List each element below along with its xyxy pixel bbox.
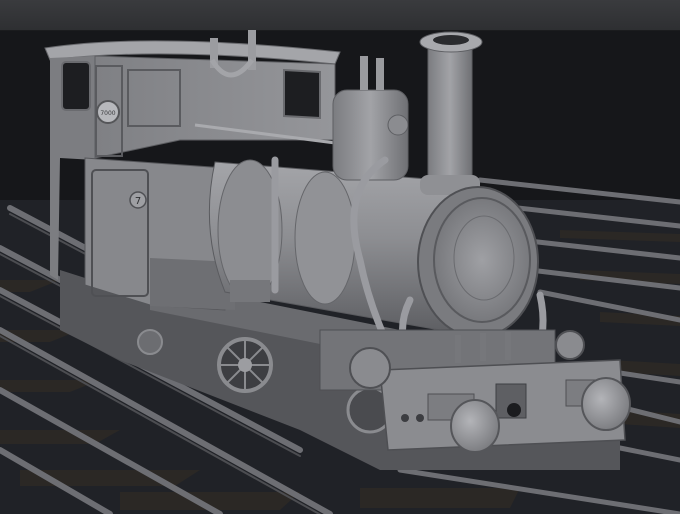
render-viewport[interactable]: 7000 7 xyxy=(0,0,680,514)
svg-text:7: 7 xyxy=(135,196,141,207)
viewport-toolbar xyxy=(0,0,680,31)
svg-text:7000: 7000 xyxy=(100,110,115,117)
buffer-right xyxy=(581,377,631,431)
cab-front-window xyxy=(283,68,321,120)
smokebox xyxy=(417,186,539,338)
cab-side-window xyxy=(61,61,91,111)
chimney xyxy=(419,31,483,195)
buffer-left xyxy=(450,399,500,453)
coupling-hook xyxy=(507,403,521,417)
locomotive-render: 7000 7 xyxy=(0,30,680,514)
smokebox-door xyxy=(433,197,531,323)
steam-dome xyxy=(332,56,409,181)
